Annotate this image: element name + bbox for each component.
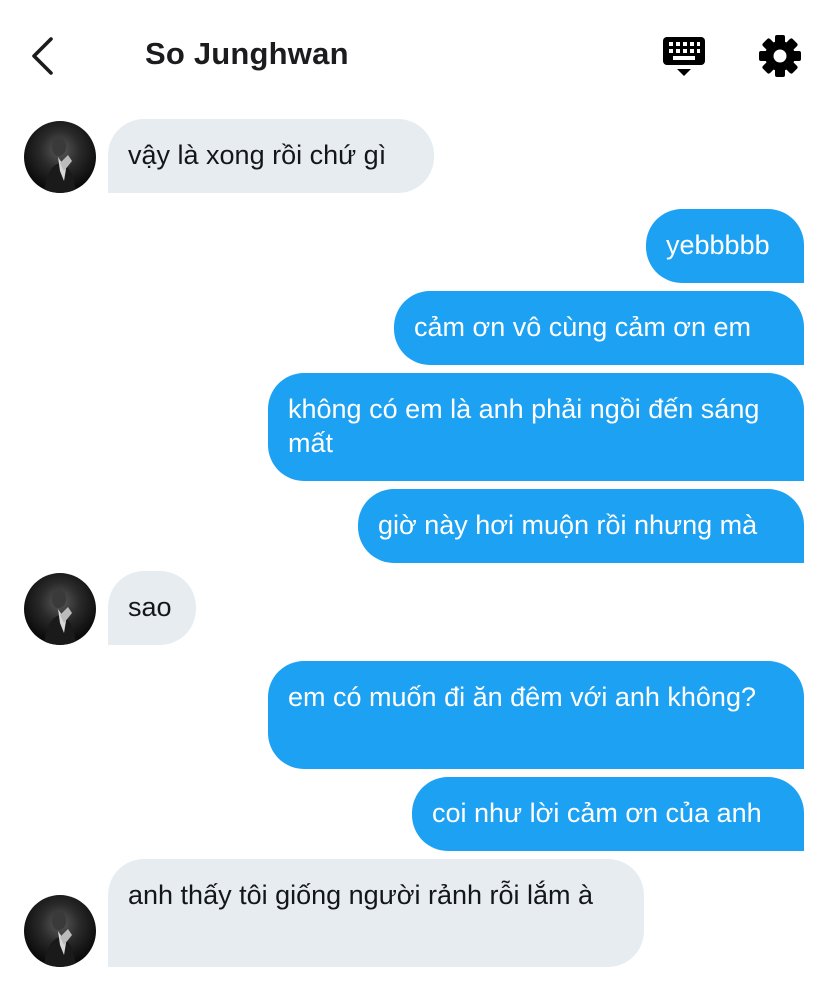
message-bubble-outgoing[interactable]: em có muốn đi ăn đêm với anh không?: [268, 661, 804, 769]
message-bubble-incoming[interactable]: anh thấy tôi giống người rảnh rỗi lắm à: [108, 859, 644, 967]
conversation-header: So Junghwan: [0, 0, 828, 112]
message-bubble-outgoing[interactable]: coi như lời cảm ơn của anh: [412, 777, 804, 851]
avatar[interactable]: [24, 895, 96, 967]
avatar[interactable]: [24, 573, 96, 645]
settings-button[interactable]: [757, 33, 803, 79]
avatar-photo: [44, 589, 76, 645]
avatar[interactable]: [24, 121, 96, 193]
message-bubble-incoming[interactable]: sao: [108, 571, 196, 645]
keyboard-button[interactable]: [660, 34, 708, 80]
back-button[interactable]: [22, 34, 66, 78]
message-bubble-incoming[interactable]: vậy là xong rồi chứ gì: [108, 119, 434, 193]
conversation-title: So Junghwan: [145, 36, 349, 71]
avatar-photo: [44, 911, 76, 967]
message-bubble-outgoing[interactable]: giờ này hơi muộn rồi nhưng mà: [358, 489, 804, 563]
message-bubble-outgoing[interactable]: cảm ơn vô cùng cảm ơn em: [394, 291, 804, 365]
gear-icon: [759, 35, 801, 77]
chevron-left-icon: [32, 37, 53, 75]
keyboard-icon: [663, 37, 705, 76]
message-bubble-outgoing[interactable]: không có em là anh phải ngồi đến sáng mấ…: [268, 373, 804, 481]
message-bubble-outgoing[interactable]: yebbbbb: [646, 209, 804, 283]
avatar-photo: [44, 137, 76, 193]
